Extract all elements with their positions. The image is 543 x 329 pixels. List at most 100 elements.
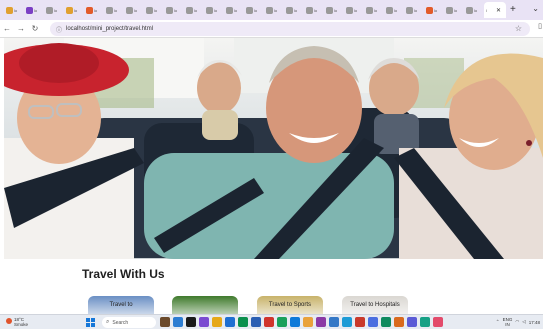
- forward-arrow-icon[interactable]: →: [14, 24, 28, 33]
- page-viewport: Travel With Us Travel to Travel to Sport…: [0, 38, 543, 314]
- taskbar-app-icon[interactable]: [225, 317, 235, 327]
- taskbar-clock[interactable]: 17:48: [529, 320, 540, 325]
- tab-favicon-icon: [6, 6, 13, 14]
- region-code: IN: [505, 322, 510, 327]
- tab-title: lo: [174, 7, 178, 13]
- taskbar-app-icon[interactable]: [394, 317, 404, 327]
- tab-favicon-icon: [266, 6, 273, 14]
- destination-card[interactable]: Travel to: [88, 296, 154, 314]
- browser-tab[interactable]: lo: [4, 2, 23, 18]
- tab-title: lo: [414, 7, 418, 13]
- taskbar-app-icon[interactable]: [329, 317, 339, 327]
- taskbar-app-icon[interactable]: [355, 317, 365, 327]
- site-info-icon[interactable]: ⓘ: [56, 25, 62, 34]
- weather-widget[interactable]: 18°C Smoke: [6, 317, 29, 327]
- browser-tab[interactable]: lo: [184, 2, 203, 18]
- browser-tab[interactable]: lo: [284, 2, 303, 18]
- browser-tab[interactable]: lo: [324, 2, 343, 18]
- browser-tab[interactable]: lo: [264, 2, 283, 18]
- taskbar-app-icon[interactable]: [173, 317, 183, 327]
- taskbar-app-icon[interactable]: [186, 317, 196, 327]
- volume-icon[interactable]: ◁: [522, 319, 525, 325]
- windows-start-icon[interactable]: [86, 318, 95, 327]
- tab-title: lo: [134, 7, 138, 13]
- taskbar-app-icon[interactable]: [342, 317, 352, 327]
- taskbar-app-icon[interactable]: [160, 317, 170, 327]
- tab-favicon-icon: [126, 6, 133, 14]
- taskbar-app-icon[interactable]: [238, 317, 248, 327]
- tab-favicon-icon: [426, 6, 433, 14]
- browser-tab[interactable]: lo: [444, 2, 463, 18]
- tab-favicon-icon: [366, 6, 373, 14]
- tab-favicon-icon: [346, 6, 353, 14]
- taskbar-app-icon[interactable]: [303, 317, 313, 327]
- tab-favicon-icon: [66, 6, 73, 14]
- taskbar-app-icon[interactable]: [433, 317, 443, 327]
- tab-title: lo: [374, 7, 378, 13]
- search-icon: ⌕: [106, 319, 110, 325]
- new-tab-button[interactable]: +: [510, 2, 516, 18]
- taskbar-search[interactable]: ⌕ Search: [102, 317, 156, 328]
- tab-title: lo: [74, 7, 78, 13]
- destination-card[interactable]: Travel to Hospitals: [342, 296, 408, 314]
- destination-card[interactable]: Travel to Sports: [257, 296, 323, 314]
- browser-tab-active[interactable]: l ✕: [484, 2, 506, 18]
- system-tray: ⌃ ENG IN ◠ ◁ 17:48: [496, 317, 540, 327]
- destination-card[interactable]: [172, 296, 238, 314]
- browser-tab[interactable]: lo: [304, 2, 323, 18]
- browser-tab[interactable]: lo: [384, 2, 403, 18]
- tab-title: lo: [194, 7, 198, 13]
- address-url: localhost/mini_project/travel.html: [66, 26, 154, 32]
- window-controls[interactable]: ⌄: [532, 4, 539, 13]
- tray-chevron-icon[interactable]: ⌃: [496, 319, 500, 325]
- browser-tab[interactable]: lo: [124, 2, 143, 18]
- taskbar-app-icon[interactable]: [381, 317, 391, 327]
- browser-tab[interactable]: lo: [364, 2, 383, 18]
- side-panel-icon[interactable]: ▯: [538, 22, 542, 30]
- taskbar-app-icon[interactable]: [316, 317, 326, 327]
- browser-tab[interactable]: lo: [24, 2, 43, 18]
- browser-tab[interactable]: lo: [104, 2, 123, 18]
- tab-title: lo: [394, 7, 398, 13]
- browser-tab[interactable]: lo: [44, 2, 63, 18]
- taskbar-app-icon[interactable]: [264, 317, 274, 327]
- taskbar-app-icon[interactable]: [290, 317, 300, 327]
- hero-photo: [4, 38, 543, 259]
- tab-favicon-icon: [26, 6, 33, 14]
- browser-tab[interactable]: lo: [224, 2, 243, 18]
- browser-tab[interactable]: lo: [164, 2, 183, 18]
- wifi-icon[interactable]: ◠: [515, 319, 519, 325]
- taskbar-app-icon[interactable]: [251, 317, 261, 327]
- taskbar-app-icon[interactable]: [368, 317, 378, 327]
- browser-tab[interactable]: lo: [64, 2, 83, 18]
- browser-tab[interactable]: lo: [464, 2, 483, 18]
- browser-tab[interactable]: lo: [244, 2, 263, 18]
- tab-favicon-icon: [446, 6, 453, 14]
- browser-tab-strip: lo lo lo lo lo lo lo lo lo lo lo lo lo lo lo lo lo lo lo lo…: [0, 0, 543, 20]
- browser-tab[interactable]: lo: [404, 2, 423, 18]
- section-title: Travel With Us: [82, 267, 165, 281]
- browser-tab[interactable]: lo: [144, 2, 163, 18]
- browser-toolbar: ← → ↻ ⓘ localhost/mini_project/travel.ht…: [0, 20, 543, 38]
- taskbar-app-icon[interactable]: [199, 317, 209, 327]
- browser-tab[interactable]: lo: [84, 2, 103, 18]
- taskbar-app-icon[interactable]: [407, 317, 417, 327]
- bookmark-star-icon[interactable]: ☆: [515, 24, 522, 33]
- tab-favicon-icon: [86, 6, 93, 14]
- tab-favicon-icon: [226, 6, 233, 14]
- back-arrow-icon[interactable]: ←: [0, 24, 14, 33]
- address-bar[interactable]: ⓘ localhost/mini_project/travel.html ☆: [50, 22, 530, 36]
- language-indicator[interactable]: ENG IN: [503, 317, 513, 327]
- close-tab-icon[interactable]: ✕: [496, 7, 501, 14]
- reload-icon[interactable]: ↻: [28, 24, 42, 33]
- browser-tab[interactable]: lo: [204, 2, 223, 18]
- hero-photo-illustration: [4, 38, 543, 259]
- browser-tab[interactable]: lo: [344, 2, 363, 18]
- taskbar-app-icon[interactable]: [212, 317, 222, 327]
- browser-tab[interactable]: lo: [424, 2, 443, 18]
- tab-favicon-icon: [166, 6, 173, 14]
- weather-desc: Smoke: [14, 322, 29, 327]
- tab-favicon-icon: [286, 6, 293, 14]
- taskbar-app-icon[interactable]: [420, 317, 430, 327]
- taskbar-app-icon[interactable]: [277, 317, 287, 327]
